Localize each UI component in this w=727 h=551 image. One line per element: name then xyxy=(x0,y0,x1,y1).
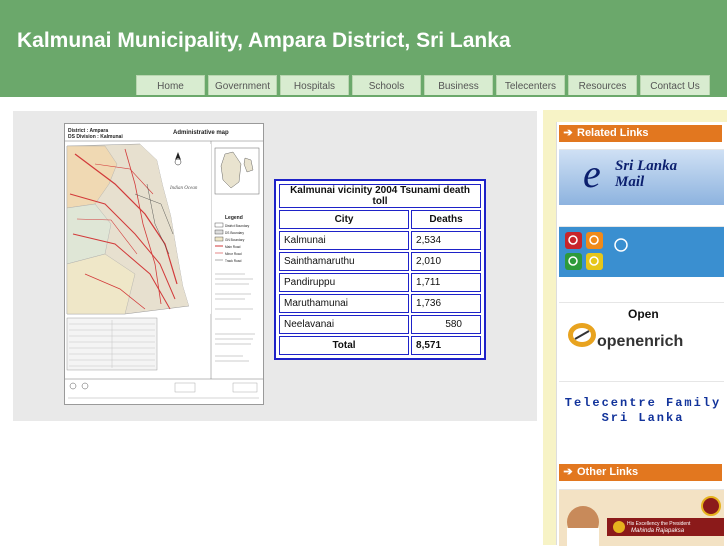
esrilanka-banner-text: Sri Lanka Mail xyxy=(615,158,677,190)
table-caption: Kalmunai vicinity 2004 Tsunami death tol… xyxy=(279,184,481,208)
administrative-map[interactable]: District : Ampara DS Division : Kalmunai… xyxy=(64,123,264,405)
deaths-cell: 2,010 xyxy=(411,252,481,271)
legend-item: GN Boundary xyxy=(225,238,245,242)
president-line1: His Excellency the President xyxy=(627,521,691,527)
map-image: District : Ampara DS Division : Kalmunai… xyxy=(65,124,263,404)
map-header-right: Administrative map xyxy=(173,130,229,136)
total-label: Total xyxy=(279,336,410,355)
esrilanka-e-logo-icon: e xyxy=(583,151,601,196)
site-header: Kalmunai Municipality, Ampara District, … xyxy=(0,0,727,97)
table-row: Maruthamunai 1,736 xyxy=(279,294,481,313)
nav-business[interactable]: Business xyxy=(424,75,493,95)
table-row: Kalmunai 2,534 xyxy=(279,231,481,250)
legend-title: Legend xyxy=(225,215,243,221)
total-value: 8,571 xyxy=(411,336,481,355)
sinhala-unicode-banner[interactable] xyxy=(559,226,724,277)
related-links-title: Related Links xyxy=(577,127,649,139)
nav-government[interactable]: Government xyxy=(208,75,277,95)
president-line2: Mahinda Rajapaksa xyxy=(631,528,685,534)
column-header-deaths: Deaths xyxy=(411,210,481,229)
tsunami-death-toll-table: Kalmunai vicinity 2004 Tsunami death tol… xyxy=(274,179,486,360)
openenrich-brand: openenrich xyxy=(597,333,684,350)
president-banner-graphic xyxy=(559,490,724,546)
esrilanka-mail-banner[interactable]: e Sri Lanka Mail xyxy=(559,149,724,205)
main-nav: Home Government Hospitals Schools Busine… xyxy=(136,75,710,97)
telecentre-family-text: Telecentre Family Sri Lanka xyxy=(564,396,722,425)
city-cell: Maruthamunai xyxy=(279,294,410,313)
table-row: Neelavanai 580 xyxy=(279,315,481,334)
legend-item: District Boundary xyxy=(225,224,250,228)
table-total-row: Total 8,571 xyxy=(279,336,481,355)
table-row: Sainthamaruthu 2,010 xyxy=(279,252,481,271)
column-header-city: City xyxy=(279,210,410,229)
site-title: Kalmunai Municipality, Ampara District, … xyxy=(17,29,511,52)
arrow-right-icon: ➔ xyxy=(563,466,573,478)
nav-home[interactable]: Home xyxy=(136,75,205,95)
esrilanka-line2: Mail xyxy=(615,174,645,190)
deaths-cell: 2,534 xyxy=(411,231,481,250)
sinhala-letters-icon xyxy=(565,232,628,270)
legend-item: Minor Road xyxy=(225,252,242,256)
city-cell: Pandiruppu xyxy=(279,273,410,292)
legend-item: DS Boundary xyxy=(225,231,244,235)
legend-item: Track Road xyxy=(225,259,242,263)
nav-hospitals[interactable]: Hospitals xyxy=(280,75,349,95)
telecentre-family-banner[interactable]: Telecentre Family Sri Lanka xyxy=(559,381,724,437)
esrilanka-line1: Sri Lanka xyxy=(615,158,678,174)
openenrich-top-text: Open xyxy=(628,307,659,321)
deaths-cell: 1,736 xyxy=(411,294,481,313)
arrow-right-icon: ➔ xyxy=(563,127,573,139)
nav-contact-us[interactable]: Contact Us xyxy=(640,75,710,95)
president-banner[interactable]: His Excellency the President Mahinda Raj… xyxy=(559,489,724,546)
deaths-cell: 580 xyxy=(411,315,481,334)
city-cell: Neelavanai xyxy=(279,315,410,334)
other-links-heading: ➔ Other Links xyxy=(559,464,722,481)
openenrich-banner[interactable]: Open openenrich xyxy=(559,302,724,361)
nav-schools[interactable]: Schools xyxy=(352,75,421,95)
other-links-title: Other Links xyxy=(577,466,639,478)
ocean-label: Indian Ocean xyxy=(169,186,198,191)
table-row: Pandiruppu 1,711 xyxy=(279,273,481,292)
related-links-heading: ➔ Related Links xyxy=(559,125,722,142)
nav-telecenters[interactable]: Telecenters xyxy=(496,75,565,95)
main-content: District : Ampara DS Division : Kalmunai… xyxy=(13,111,537,421)
city-cell: Sainthamaruthu xyxy=(279,252,410,271)
legend-item: Main Road xyxy=(225,245,241,249)
openenrich-leaf-icon xyxy=(568,323,596,347)
city-cell: Kalmunai xyxy=(279,231,410,250)
map-header-left-2: DS Division : Kalmunai xyxy=(68,134,123,140)
deaths-cell: 1,711 xyxy=(411,273,481,292)
nav-resources[interactable]: Resources xyxy=(568,75,637,95)
